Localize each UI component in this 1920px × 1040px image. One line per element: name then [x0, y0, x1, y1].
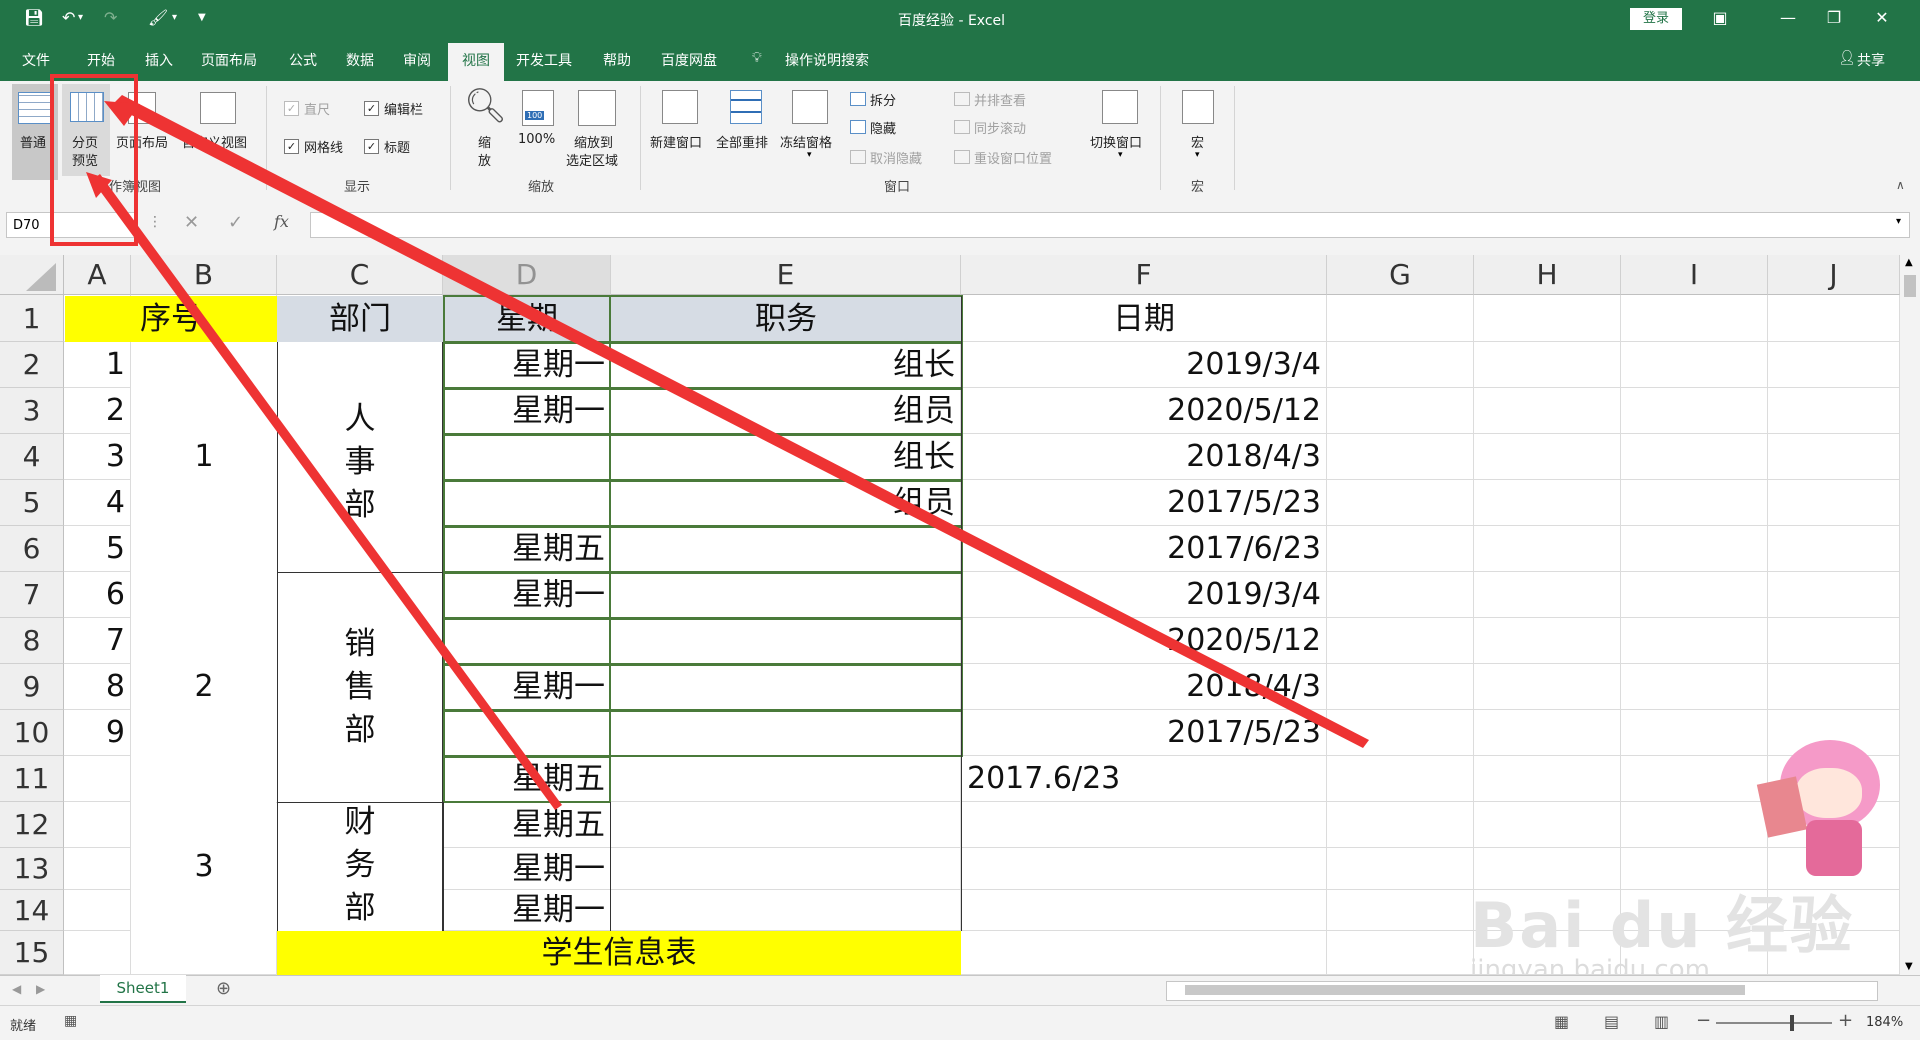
annotation-arrows — [86, 95, 1369, 810]
arrow-shaft-2 — [92, 174, 562, 810]
arrow-shaft-1 — [112, 95, 1369, 748]
